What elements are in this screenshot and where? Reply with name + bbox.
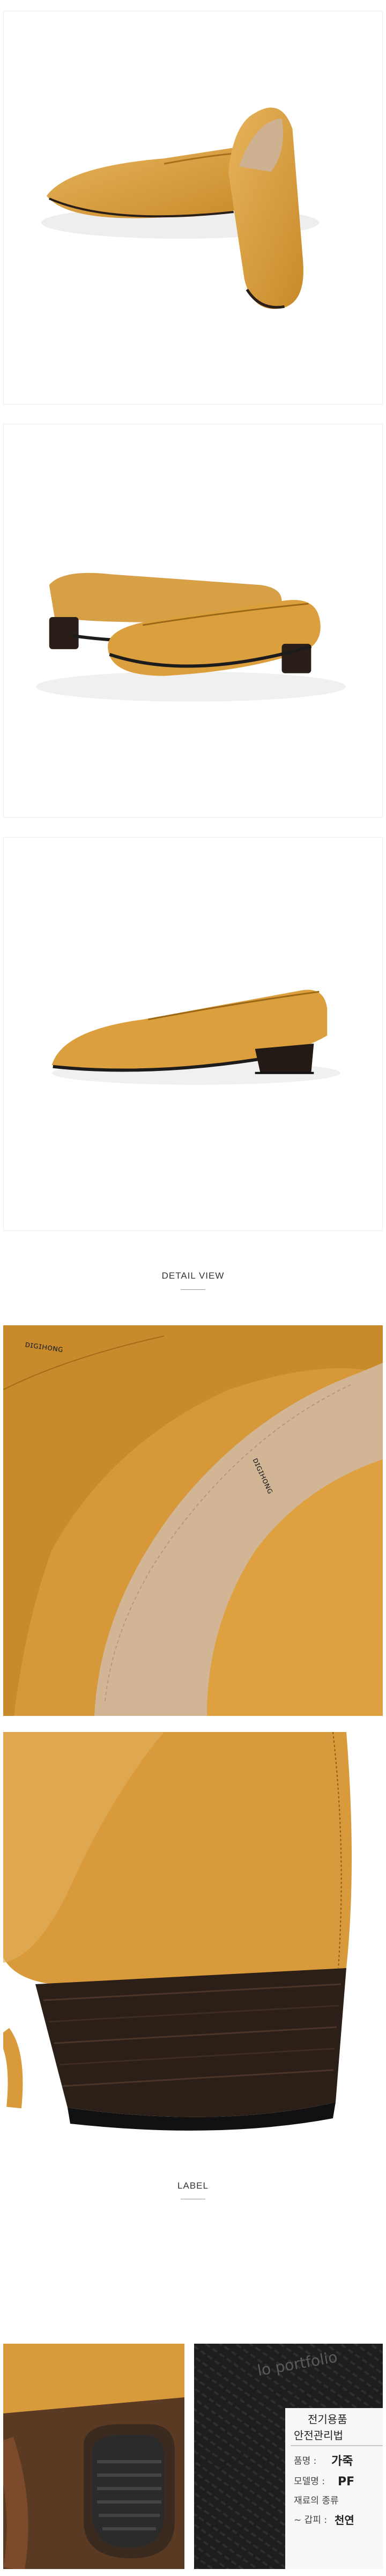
detail-view-divider <box>181 1289 205 1290</box>
tag-line-1: 전기용품 <box>308 2413 347 2426</box>
label-heading: LABEL <box>177 2181 209 2191</box>
tag-row2-key: 모델명 : <box>294 2476 325 2487</box>
tag-row4-key: ~ 갑피 : <box>294 2515 327 2526</box>
tag-line-2: 안전관리법 <box>294 2429 343 2442</box>
tag-row3-key: 재료의 종류 <box>294 2496 339 2506</box>
heel-closeup-illustration <box>3 1732 383 2141</box>
heel-bottom-illustration <box>3 2344 184 2569</box>
tag-row1-key: 품명 : <box>294 2456 316 2467</box>
shoe-single-side-illustration <box>51 989 341 1085</box>
detail-view-heading: DETAIL VIEW <box>161 1271 225 1281</box>
tag-row4-value: 천연 <box>335 2514 354 2527</box>
insole-closeup-illustration: ᴅɪɢɪʜᴏɴɢ ᴅɪɢɪʜᴏɴɢ <box>3 1325 383 1716</box>
product-photo-angled-pair <box>3 424 383 818</box>
shoe-pair-angled-illustration <box>35 573 346 702</box>
product-photo-single-side <box>3 837 383 1231</box>
label-photo-outsole-tag: lo portfolio 전기용품 안전관리법 품명 : 가죽 모델명 : PF… <box>194 2344 383 2569</box>
detail-photo-heel <box>3 1732 383 2141</box>
product-photo-top-view <box>3 11 383 405</box>
outsole-and-tag-illustration: lo portfolio 전기용품 안전관리법 품명 : 가죽 모델명 : PF… <box>194 2344 383 2569</box>
label-photo-heel-bottom <box>3 2344 184 2569</box>
shoe-pair-top-illustration <box>41 107 320 309</box>
detail-photo-insole: ᴅɪɢɪʜᴏɴɢ ᴅɪɢɪʜᴏɴɢ <box>3 1325 383 1716</box>
tag-row1-value: 가죽 <box>331 2455 353 2468</box>
tag-row2-value: PF <box>338 2475 354 2489</box>
